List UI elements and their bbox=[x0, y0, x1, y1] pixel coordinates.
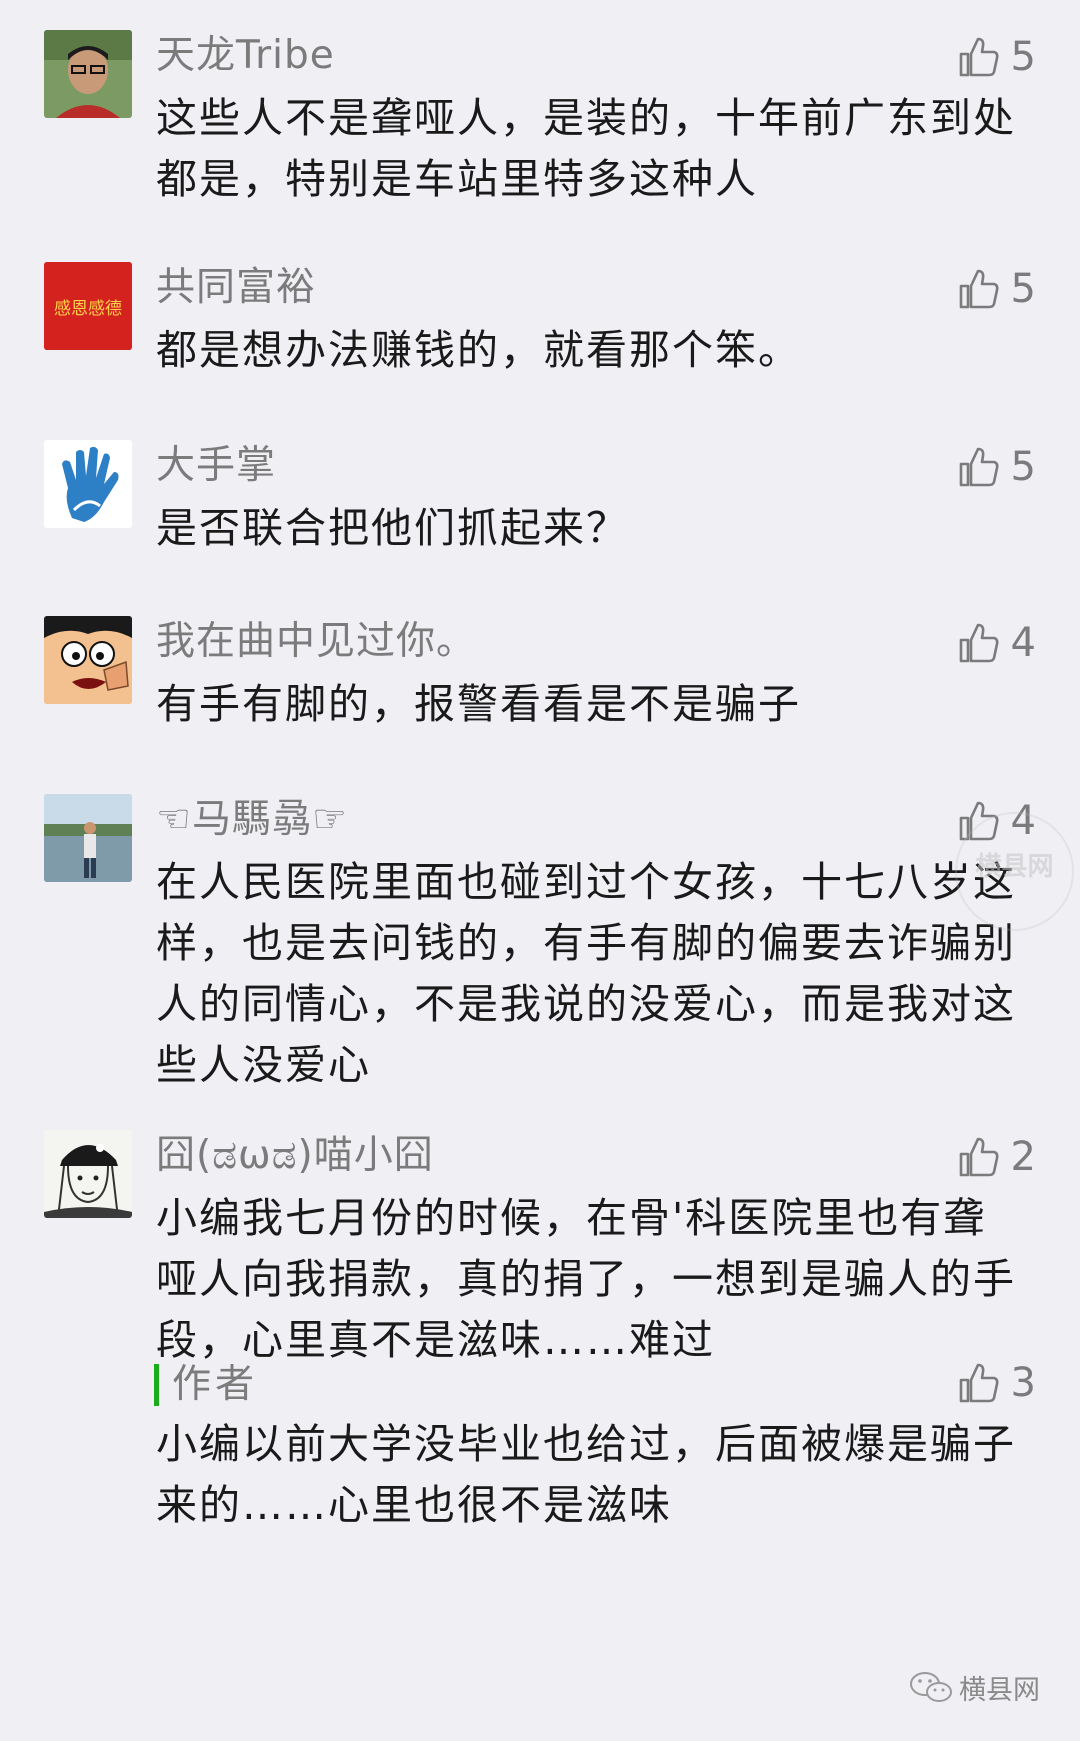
comment-author-name[interactable]: 囧(ಡωಡ)喵小囧 bbox=[156, 1132, 434, 1180]
comment-author-name[interactable]: 大手掌 bbox=[156, 442, 276, 490]
comment-text: 小编我七月份的时候，在骨'科医院里也有聋哑人向我捐款，真的捐了，一想到是骗人的手… bbox=[156, 1194, 1016, 1364]
person-avatar-icon bbox=[44, 30, 132, 118]
like-count: 4 bbox=[1010, 620, 1036, 666]
sketch-girl-avatar-icon bbox=[44, 1130, 132, 1218]
avatar[interactable] bbox=[44, 30, 132, 118]
like-button[interactable]: 5 bbox=[957, 440, 1036, 494]
watermark-stamp: 横县网 bbox=[955, 812, 1074, 931]
comment-text: 在人民医院里面也碰到过个女孩，十七八岁这样，也是去问钱的，有手有脚的偏要去诈骗别… bbox=[156, 858, 1016, 1089]
brand-name: 横县网 bbox=[959, 1675, 1040, 1706]
lake-photo-avatar-icon bbox=[44, 794, 132, 882]
like-count: 5 bbox=[1010, 34, 1036, 80]
like-button[interactable]: 2 bbox=[957, 1130, 1036, 1184]
thumbs-up-icon bbox=[959, 623, 999, 663]
like-button[interactable]: 5 bbox=[957, 30, 1036, 84]
like-count: 3 bbox=[1010, 1360, 1036, 1406]
brand-watermark: 横县网 bbox=[909, 1668, 1040, 1707]
thumbs-up-icon bbox=[959, 269, 999, 309]
like-count: 2 bbox=[1010, 1134, 1036, 1180]
author-reply-text: 小编以前大学没毕业也给过，后面被爆是骗子来的……心里也很不是滋味 bbox=[156, 1420, 1016, 1529]
avatar[interactable] bbox=[44, 1130, 132, 1218]
hand-avatar-icon bbox=[44, 440, 132, 528]
comment-author-name[interactable]: 我在曲中见过你。 bbox=[156, 618, 476, 666]
like-count: 5 bbox=[1010, 444, 1036, 490]
thumbs-up-icon bbox=[959, 447, 999, 487]
like-button[interactable]: 3 bbox=[957, 1356, 1036, 1410]
thumbs-up-icon bbox=[959, 1363, 999, 1403]
comment-text: 是否联合把他们抓起来？ bbox=[156, 504, 629, 552]
like-button[interactable]: 4 bbox=[957, 616, 1036, 670]
like-button[interactable]: 5 bbox=[957, 262, 1036, 316]
comment-text: 有手有脚的，报警看看是不是骗子 bbox=[156, 680, 801, 728]
cartoon-face-avatar-icon bbox=[44, 616, 132, 704]
comment-text: 都是想办法赚钱的，就看那个笨。 bbox=[156, 326, 801, 374]
avatar[interactable] bbox=[44, 794, 132, 882]
comment-author-name[interactable]: 天龙Tribe bbox=[156, 32, 335, 80]
author-reply-marker bbox=[154, 1364, 159, 1406]
avatar[interactable]: 感恩感德 bbox=[44, 262, 132, 350]
red-text-avatar-icon: 感恩感德 bbox=[44, 262, 132, 350]
thumbs-up-icon bbox=[959, 1137, 999, 1177]
avatar[interactable] bbox=[44, 440, 132, 528]
comment-text: 这些人不是聋哑人，是装的，十年前广东到处都是，特别是车站里特多这种人 bbox=[156, 94, 1016, 203]
comment-author-name[interactable]: 共同富裕 bbox=[156, 264, 316, 312]
thumbs-up-icon bbox=[959, 37, 999, 77]
watermark-text: 横县网 bbox=[975, 852, 1054, 882]
avatar[interactable] bbox=[44, 616, 132, 704]
author-reply-label: 作者 bbox=[172, 1362, 259, 1407]
comment-author-name[interactable]: ☜马騳骉☞ bbox=[156, 796, 348, 844]
avatar-label: 感恩感德 bbox=[54, 299, 122, 319]
wechat-icon bbox=[910, 1671, 952, 1702]
like-count: 5 bbox=[1010, 266, 1036, 312]
